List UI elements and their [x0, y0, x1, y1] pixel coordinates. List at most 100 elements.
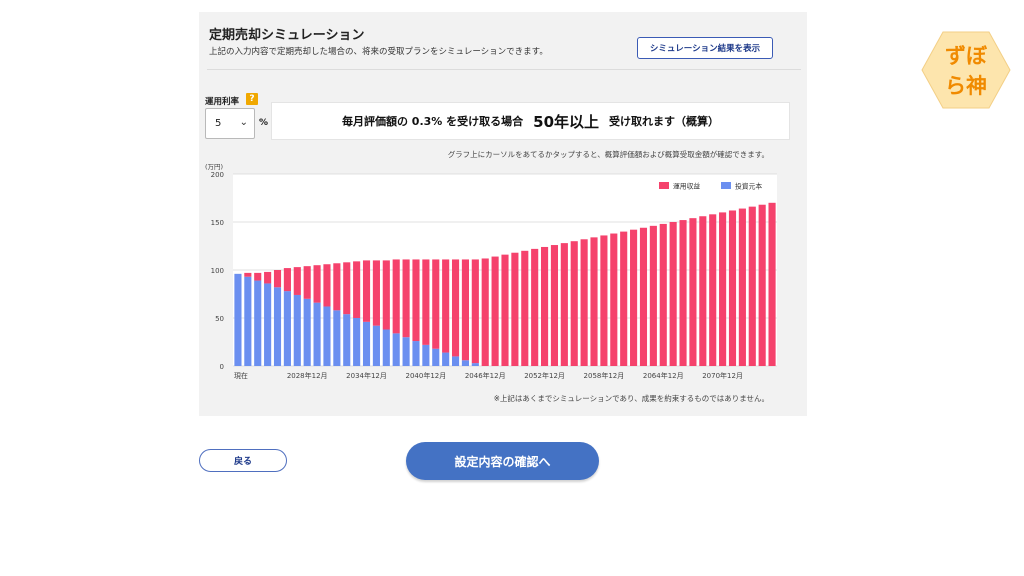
bar-gains: [481, 258, 489, 366]
bar-principal: [264, 283, 272, 366]
bar-gains: [580, 239, 588, 366]
bar-gains: [560, 243, 568, 366]
rate-select[interactable]: 5 ⌄: [205, 108, 255, 139]
x-tick-label: 現在: [234, 371, 248, 380]
bar-gains: [649, 225, 657, 366]
x-tick-label: 2070年12月: [702, 371, 743, 380]
bar-gains: [689, 218, 697, 366]
divider: [207, 69, 801, 70]
bar-gains: [620, 231, 628, 366]
bar-principal: [293, 294, 301, 366]
bar-gains: [372, 260, 380, 326]
bar-gains: [362, 260, 371, 322]
bar-gains: [244, 272, 252, 277]
bar-principal: [303, 298, 311, 366]
bar-gains: [333, 263, 341, 311]
y-unit-label: (万円): [205, 163, 223, 171]
simulation-chart[interactable]: 0 50 100 150 200(万円) 現在 2028年12月 2034年12月 2040年1…: [199, 162, 807, 392]
logo-line1: ずぼ: [945, 44, 988, 68]
bar-principal: [392, 333, 400, 366]
bar-gains: [748, 206, 756, 366]
y-tick-label: 100: [211, 267, 224, 275]
x-tick-label: 2046年12月: [465, 371, 506, 380]
chart-container[interactable]: 0 50 100 150 200 (万円) 現在 2028年12月 2034年12月 2040年1…: [199, 162, 807, 396]
show-simulation-button[interactable]: シミュレーション結果を表示: [637, 37, 773, 59]
bar-principal: [362, 321, 371, 366]
disclaimer-note: ※上記はあくまでシミュレーションであり、成果を約束するものではありません。: [493, 394, 769, 403]
bar-gains: [442, 259, 450, 353]
bar-gains: [630, 229, 638, 366]
result-suffix: 受け取れます（概算）: [609, 115, 720, 128]
bar-gains: [402, 259, 410, 338]
bar-principal: [254, 280, 262, 366]
bar-gains: [382, 260, 390, 330]
bar-gains: [323, 264, 331, 307]
result-summary: 毎月評価額の 0.3% を受け取る場合 50年以上 受け取れます（概算）: [271, 102, 790, 140]
bar-gains: [521, 250, 529, 366]
bar-gains: [669, 222, 677, 366]
bar-principal: [313, 302, 321, 366]
result-years: 50年以上: [533, 112, 600, 131]
bar-gains: [343, 262, 351, 315]
rate-label: 運用利率: [205, 97, 240, 107]
legend-label-principal: 投資元本: [735, 182, 762, 191]
bar-gains: [451, 259, 460, 357]
bar-principal: [283, 291, 291, 366]
bar-gains: [283, 268, 291, 292]
bar-principal: [333, 310, 341, 366]
back-button[interactable]: 戻る: [199, 449, 287, 472]
bar-gains: [699, 216, 707, 366]
help-icon[interactable]: ?: [246, 93, 258, 105]
bar-gains: [264, 271, 272, 284]
x-tick-label: 2028年12月: [287, 371, 328, 380]
logo-line2: ら神: [945, 74, 987, 98]
y-tick-label: 50: [215, 315, 224, 323]
confirm-settings-button[interactable]: 設定内容の確認へ: [406, 442, 599, 480]
bar-principal: [234, 273, 242, 366]
bar-gains: [531, 248, 539, 366]
chart-hint: グラフ上にカーソルをあてるかタップすると、概算評価額および概算受取金額が確認でき…: [447, 150, 769, 159]
bar-gains: [254, 272, 262, 281]
bar-principal: [402, 337, 410, 366]
bar-gains: [728, 210, 737, 366]
y-tick-label: 200: [211, 171, 224, 179]
simulation-panel: 定期売却シミュレーション 上記の入力内容で定期売却した場合の、将来の受取プランを…: [199, 12, 807, 416]
bar-principal: [343, 314, 351, 366]
bar-gains: [422, 259, 430, 345]
legend-label-gains: 運用収益: [673, 182, 700, 191]
bar-gains: [293, 267, 301, 295]
bar-gains: [313, 265, 321, 303]
bar-principal: [353, 318, 361, 366]
x-tick-label: 2040年12月: [406, 371, 447, 380]
x-tick-label: 2034年12月: [346, 371, 387, 380]
rate-unit: %: [259, 118, 269, 128]
bar-gains: [491, 256, 499, 366]
bar-gains: [659, 223, 667, 366]
bar-gains: [610, 233, 618, 366]
bar-gains: [303, 266, 311, 299]
result-prefix: 毎月評価額の 0.3% を受け取る場合: [341, 115, 524, 128]
bar-gains: [768, 202, 776, 366]
x-tick-label: 2052年12月: [524, 371, 565, 380]
bar-gains: [679, 220, 687, 366]
bar-gains: [461, 259, 469, 361]
bar-gains: [541, 246, 549, 366]
bar-gains: [432, 259, 440, 349]
x-tick-label: 2064年12月: [643, 371, 684, 380]
bar-principal: [273, 287, 282, 366]
bar-gains: [511, 252, 519, 366]
bar-principal: [442, 352, 450, 366]
legend-swatch-principal: [721, 182, 731, 189]
bar-gains: [719, 212, 727, 366]
legend-swatch-gains: [659, 182, 669, 189]
bar-principal: [382, 329, 390, 366]
y-tick-label: 150: [211, 219, 224, 227]
zubora-logo: ずぼ ら神: [921, 31, 1011, 109]
bar-gains: [590, 237, 598, 366]
bar-gains: [709, 214, 717, 366]
rate-select-value: 5: [215, 118, 222, 129]
bar-gains: [471, 259, 479, 364]
bar-gains: [639, 227, 648, 366]
bar-principal: [244, 276, 252, 366]
bar-principal: [451, 356, 460, 366]
